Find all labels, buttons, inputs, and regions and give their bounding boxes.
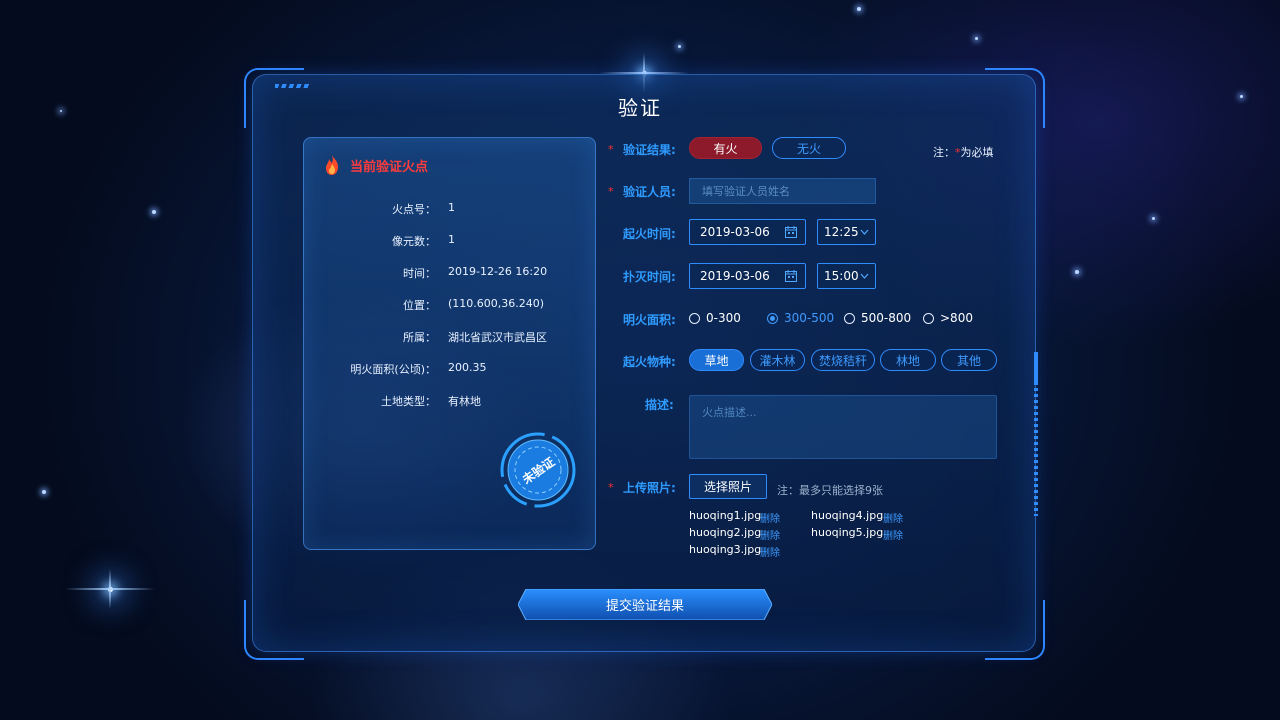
fire-field-row: 火点号： 1 [303, 201, 596, 217]
star [975, 37, 978, 40]
end-time-select[interactable]: 15:00 [817, 263, 876, 289]
glow-star [65, 569, 155, 609]
radio-icon [844, 312, 855, 324]
start-date-value: 2019-03-06 [700, 225, 770, 239]
area-option[interactable]: 0-300 [689, 311, 741, 325]
end-time-label: 扑灭时间: [623, 270, 676, 284]
file-name: huoqing5.jpg [811, 526, 884, 539]
note-suffix: 为必填 [960, 146, 994, 159]
start-date-picker[interactable]: 2019-03-06 [689, 219, 806, 245]
fire-field-row: 土地类型： 有林地 [303, 393, 596, 409]
file-name: huoqing2.jpg [689, 526, 762, 539]
area-option-label: 300-500 [784, 311, 835, 325]
star [678, 45, 681, 48]
choose-photo-button[interactable]: 选择照片 [689, 474, 767, 499]
field-label: 时间： [403, 267, 436, 280]
field-label: 位置： [403, 299, 436, 312]
type-option-straw[interactable]: 焚烧秸秆 [811, 349, 875, 371]
field-value: 湖北省武汉市武昌区 [448, 331, 547, 344]
field-label: 土地类型： [381, 395, 436, 408]
submit-button[interactable]: 提交验证结果 [518, 589, 772, 620]
area-label: 明火面积: [623, 313, 676, 327]
start-time-label: 起火时间: [623, 227, 676, 241]
calendar-icon [785, 270, 797, 282]
end-date-value: 2019-03-06 [700, 269, 770, 283]
area-option[interactable]: 300-500 [767, 311, 834, 325]
field-label: 所属： [403, 331, 436, 344]
panel-scrollbar[interactable] [1034, 352, 1038, 516]
star [1152, 217, 1155, 220]
field-value: 1 [448, 201, 455, 214]
file-name: huoqing4.jpg [811, 509, 884, 522]
note-prefix: 注： [933, 146, 955, 159]
result-option-has-fire[interactable]: 有火 [689, 137, 762, 159]
fire-field-row: 明火面积(公顷)： 200.35 [303, 361, 596, 377]
end-time-value: 15:00 [824, 269, 859, 283]
fire-icon [326, 155, 338, 175]
star [42, 490, 46, 494]
delete-file-link[interactable]: 删除 [883, 527, 903, 542]
field-value: 1 [448, 233, 455, 246]
card-title: 当前验证火点 [350, 159, 429, 175]
delete-file-link[interactable]: 删除 [760, 510, 780, 525]
field-label: 明火面积(公顷)： [350, 363, 436, 376]
panel-corner [985, 600, 1045, 660]
area-option[interactable]: >800 [923, 311, 973, 325]
fire-field-row: 像元数： 1 [303, 233, 596, 249]
description-input[interactable]: 火点描述... [689, 395, 997, 459]
desc-label: 描述: [645, 398, 674, 412]
start-time-select[interactable]: 12:25 [817, 219, 876, 245]
fire-field-row: 位置： (110.600,36.240) [303, 297, 596, 313]
delete-file-link[interactable]: 删除 [760, 527, 780, 542]
result-option-no-fire[interactable]: 无火 [772, 137, 846, 159]
star [1075, 270, 1079, 274]
chevron-down-icon [860, 273, 869, 279]
upload-label: 上传照片: [623, 481, 676, 495]
area-option-label: 0-300 [706, 311, 741, 325]
field-value: (110.600,36.240) [448, 297, 545, 310]
page-title: 验证 [618, 96, 662, 120]
panel-stripe [275, 84, 311, 88]
start-time-value: 12:25 [824, 225, 859, 239]
star [152, 210, 156, 214]
delete-file-link[interactable]: 删除 [883, 510, 903, 525]
field-value: 2019-12-26 16:20 [448, 265, 548, 278]
star [857, 7, 861, 11]
chevron-down-icon [860, 229, 869, 235]
card-header: 当前验证火点 [322, 154, 428, 176]
type-option-other[interactable]: 其他 [941, 349, 997, 371]
area-option-label: 500-800 [861, 311, 912, 325]
area-option[interactable]: 500-800 [844, 311, 911, 325]
file-name: huoqing1.jpg [689, 509, 762, 522]
type-option-grassland[interactable]: 草地 [689, 349, 744, 371]
type-option-forest[interactable]: 林地 [880, 349, 936, 371]
calendar-icon [785, 226, 797, 238]
file-name: huoqing3.jpg [689, 543, 762, 556]
radio-icon [923, 312, 934, 324]
field-value: 有林地 [448, 395, 481, 408]
panel-corner [244, 600, 304, 660]
area-option-label: >800 [940, 311, 973, 325]
required-mark: * [608, 185, 614, 198]
field-label: 像元数： [392, 235, 436, 248]
person-input[interactable]: 填写验证人员姓名 [689, 178, 876, 204]
delete-file-link[interactable]: 删除 [760, 544, 780, 559]
fire-field-row: 时间： 2019-12-26 16:20 [303, 265, 596, 281]
required-mark: * [608, 143, 614, 156]
radio-icon [689, 312, 700, 324]
radio-selected-icon [767, 312, 778, 324]
end-date-picker[interactable]: 2019-03-06 [689, 263, 806, 289]
upload-note: 注：最多只能选择9张 [777, 484, 883, 497]
type-option-shrub[interactable]: 灌木林 [750, 349, 805, 371]
person-label: 验证人员: [623, 185, 676, 199]
field-label: 火点号： [392, 203, 436, 216]
field-value: 200.35 [448, 361, 487, 374]
fire-field-row: 所属： 湖北省武汉市武昌区 [303, 329, 596, 345]
required-mark: * [608, 481, 614, 494]
result-label: 验证结果: [623, 143, 676, 157]
required-note: 注：*为必填 [933, 144, 994, 160]
type-label: 起火物种: [623, 355, 676, 369]
